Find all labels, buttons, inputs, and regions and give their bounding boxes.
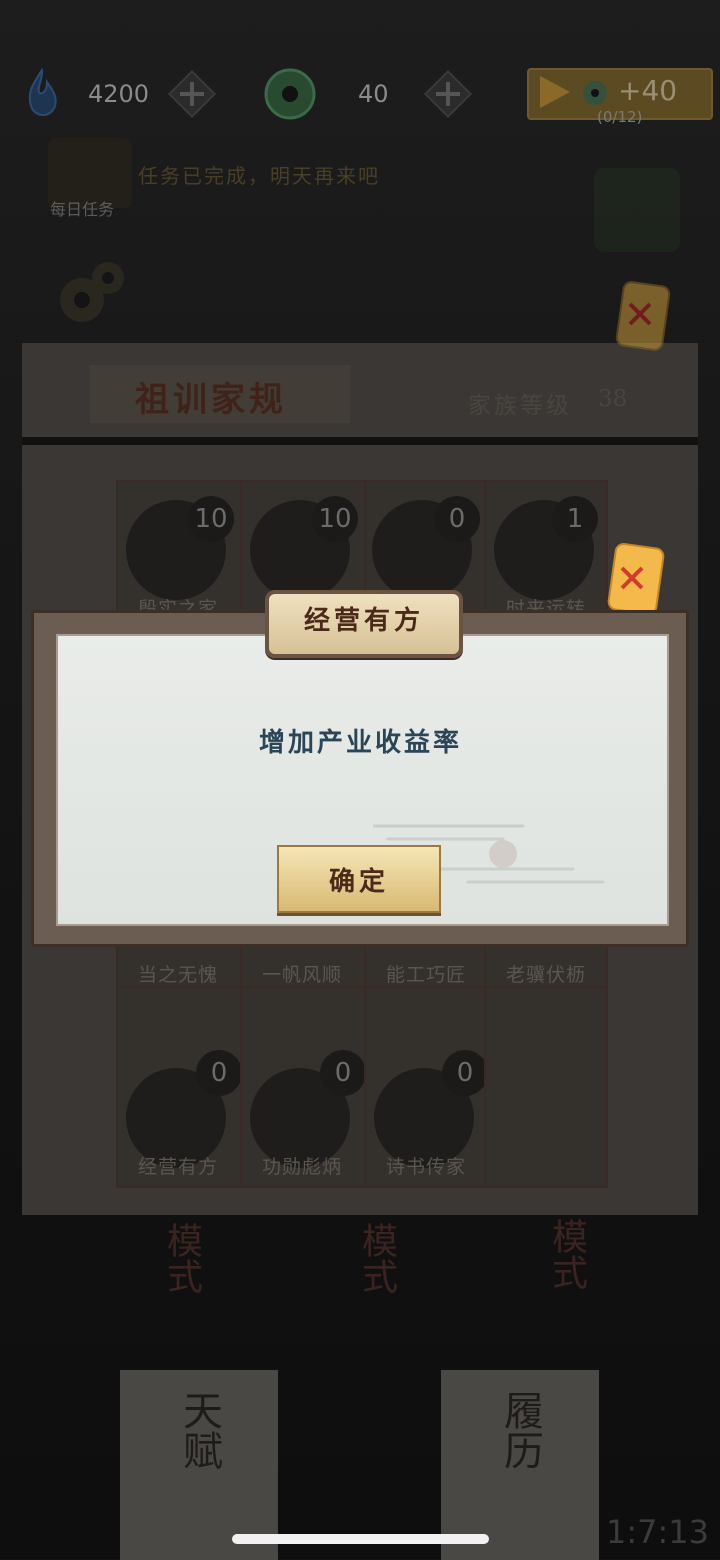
mode-tab[interactable]: 模式: [540, 1218, 592, 1290]
mode-tab[interactable]: 模式: [155, 1222, 207, 1294]
task-label: 每日任务: [50, 200, 115, 219]
rule-cell[interactable]: 能工巧匠: [364, 946, 486, 988]
rule-cell[interactable]: 1 时来运转: [484, 480, 608, 620]
rule-name: 当之无愧: [137, 964, 218, 986]
rule-name: 诗书传家: [385, 1156, 466, 1178]
rule-count: 0: [320, 1050, 366, 1096]
lantern-icon[interactable]: [604, 540, 668, 618]
gear-icon[interactable]: [52, 258, 128, 330]
rule-count: 10: [312, 496, 358, 542]
spirit-flame-icon: [25, 67, 59, 120]
talent-card-label: 天赋: [176, 1390, 222, 1470]
dialog-message: 增加产业收益率: [258, 728, 462, 758]
rule-count: 0: [442, 1050, 488, 1096]
rule-name: 功勋彪炳: [261, 1156, 342, 1178]
home-indicator[interactable]: [232, 1534, 489, 1544]
copper-coin-icon: [264, 68, 316, 120]
rule-cell[interactable]: 当之无愧: [116, 946, 242, 988]
rule-count: 0: [196, 1050, 242, 1096]
rule-cell[interactable]: 0 经营有方: [116, 988, 242, 1188]
add-spirit-button[interactable]: [167, 69, 217, 119]
rule-count: 1: [552, 496, 598, 542]
rule-cell-empty: [484, 988, 608, 1188]
rule-cell[interactable]: 10 殷实之家: [116, 480, 242, 620]
rule-count: 0: [434, 496, 480, 542]
rule-cell[interactable]: 0 诗书传家: [364, 988, 488, 1188]
ad-progress-count: (0/12): [597, 108, 643, 126]
timer: 1:7:13: [606, 1513, 709, 1551]
play-icon: [536, 74, 572, 110]
mode-tab[interactable]: 模式: [350, 1222, 402, 1294]
dialog-title: 经营有方: [303, 606, 424, 636]
rule-name: 能工巧匠: [385, 964, 466, 986]
rule-cell[interactable]: 老骥伏枥: [484, 946, 608, 988]
talent-card[interactable]: 天赋: [120, 1370, 278, 1560]
copper-coin-small-icon: [582, 80, 608, 106]
add-coin-button[interactable]: [423, 69, 473, 119]
history-card[interactable]: 履历: [441, 1370, 599, 1560]
family-level-label: 家族等级: [468, 393, 572, 419]
rule-count: 10: [188, 496, 234, 542]
rule-name: 经营有方: [137, 1156, 218, 1178]
rule-cell[interactable]: 0 功勋彪炳: [240, 988, 366, 1188]
coin-value: 40: [358, 80, 389, 108]
side-event-button[interactable]: [594, 168, 680, 252]
confirm-button[interactable]: 确定: [277, 845, 441, 913]
spirit-value: 4200: [88, 80, 150, 108]
history-card-label: 履历: [497, 1390, 543, 1470]
rule-cell[interactable]: 一帆风顺: [240, 946, 366, 988]
task-status-text: 任务已完成，明天再来吧: [138, 164, 380, 188]
panel-divider: [22, 437, 698, 445]
family-level-value: 38: [598, 386, 628, 412]
panel-title: 祖训家规: [135, 380, 287, 420]
rule-name: 一帆风顺: [261, 964, 342, 986]
lantern-icon[interactable]: [612, 278, 674, 354]
ad-reward-amount: +40: [618, 74, 678, 107]
rule-name: 老骥伏枥: [505, 964, 586, 986]
